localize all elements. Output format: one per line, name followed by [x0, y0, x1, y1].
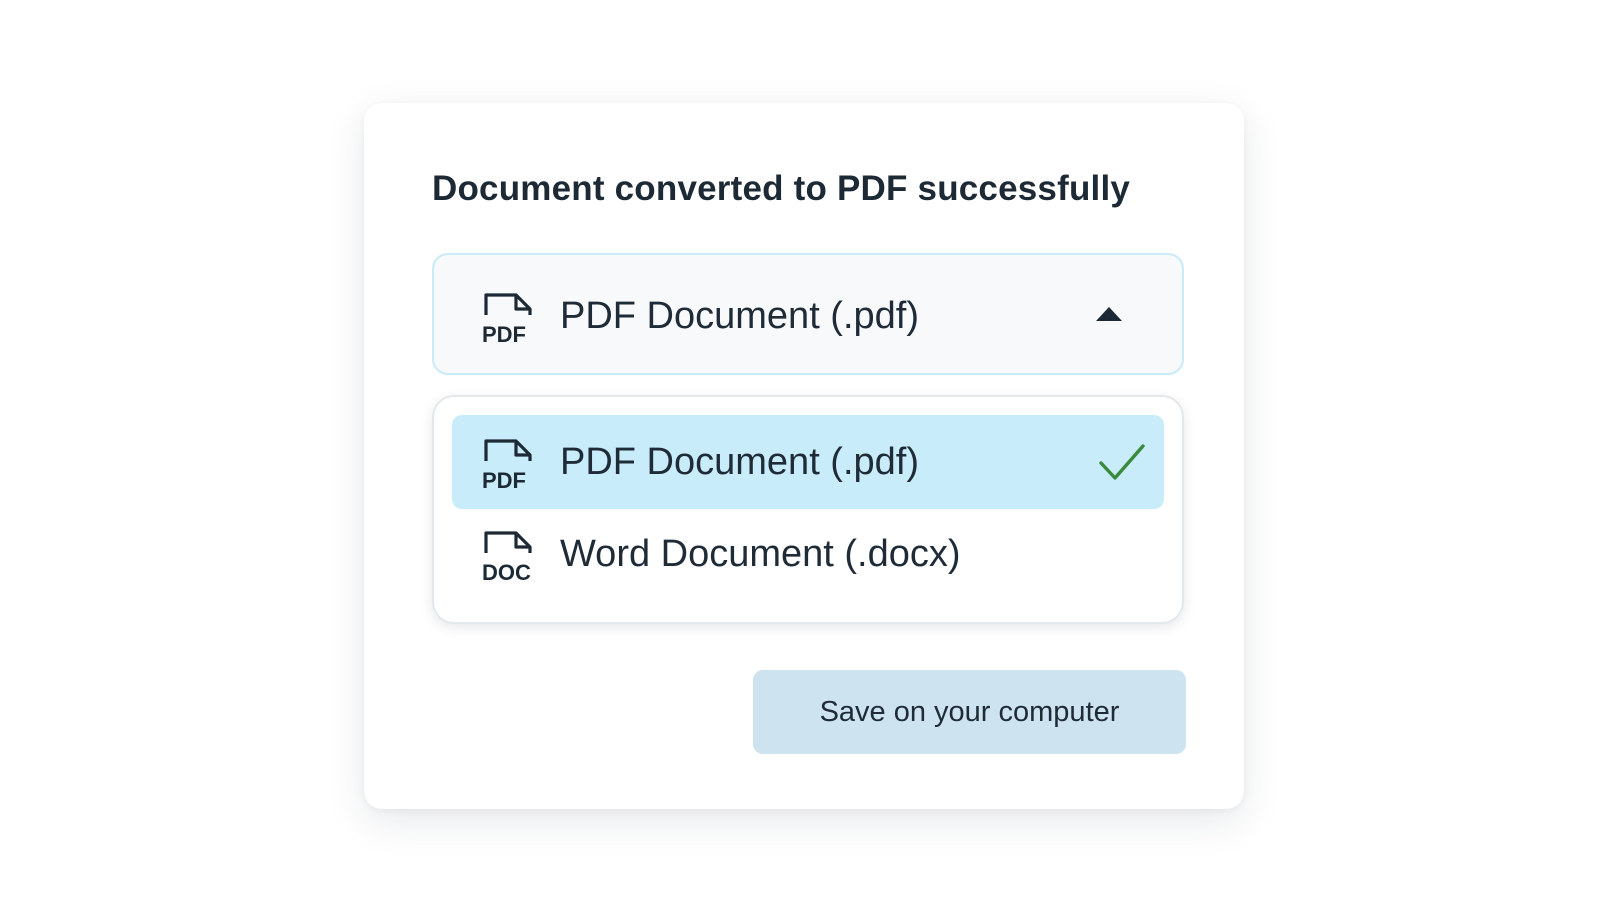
save-on-computer-button[interactable]: Save on your computer [753, 670, 1186, 754]
dialog-title: Document converted to PDF successfully [432, 169, 1131, 208]
format-options-list: PDF PDF Document (.pdf) DOC Word Documen… [432, 395, 1184, 624]
pdf-file-icon: PDF [482, 437, 536, 496]
svg-text:PDF: PDF [482, 468, 526, 491]
svg-text:DOC: DOC [482, 560, 531, 583]
checkmark-icon [1098, 443, 1146, 488]
svg-text:PDF: PDF [482, 322, 526, 345]
option-label: PDF Document (.pdf) [560, 441, 919, 483]
pdf-file-icon: PDF [482, 291, 536, 350]
option-docx[interactable]: DOC Word Document (.docx) [452, 507, 1164, 601]
page: Document converted to PDF successfully P… [0, 0, 1600, 901]
format-select-value: PDF Document (.pdf) [560, 295, 919, 337]
caret-up-icon [1096, 307, 1122, 321]
option-pdf[interactable]: PDF PDF Document (.pdf) [452, 415, 1164, 509]
option-label: Word Document (.docx) [560, 533, 961, 575]
format-select[interactable]: PDF PDF Document (.pdf) [432, 253, 1184, 375]
doc-file-icon: DOC [482, 529, 536, 588]
conversion-dialog: Document converted to PDF successfully P… [364, 103, 1244, 809]
